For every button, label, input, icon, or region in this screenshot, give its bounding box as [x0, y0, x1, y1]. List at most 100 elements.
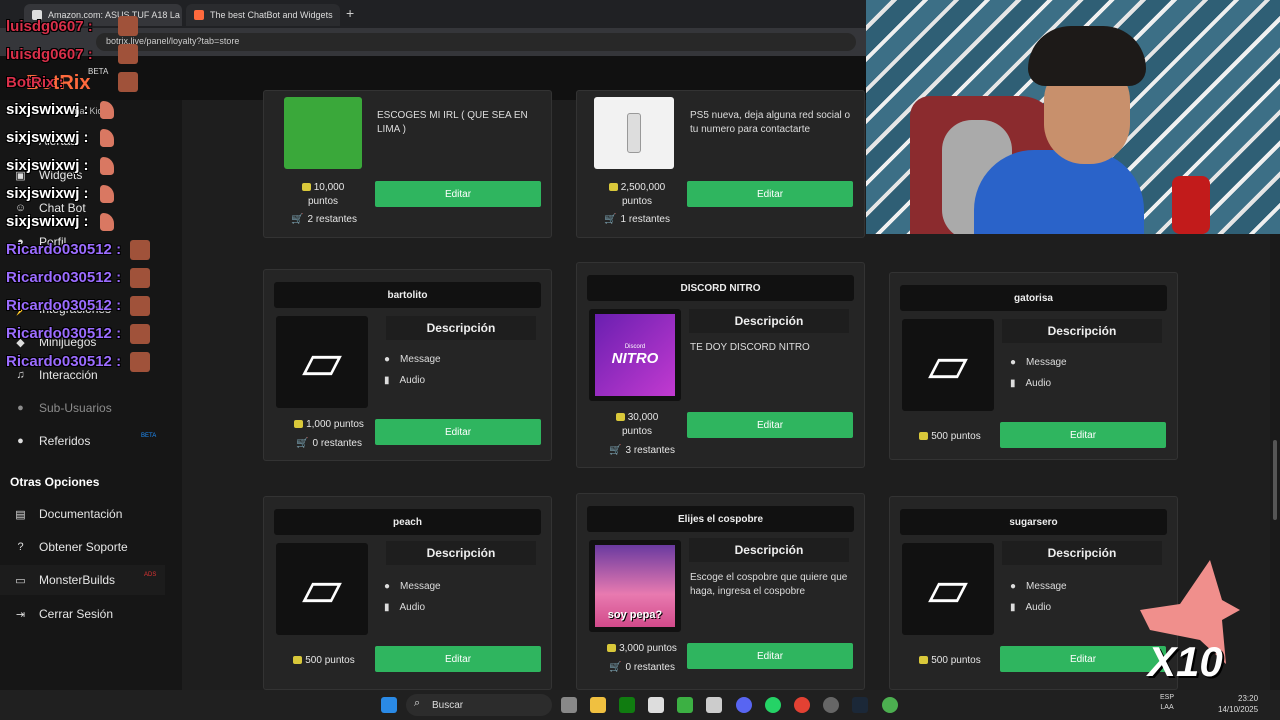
edit-button[interactable]: Editar: [687, 643, 853, 669]
webcam-hair: [1028, 26, 1146, 86]
description-header: Descripción: [386, 316, 536, 340]
store-icon[interactable]: [648, 697, 664, 713]
multiplier-text: X10: [1148, 638, 1223, 685]
edit-button[interactable]: Editar: [375, 181, 541, 207]
reward-image: ▱: [902, 319, 994, 411]
discord-nitro-image: Discord NITRO: [595, 314, 675, 396]
webcam-shirt: [974, 150, 1144, 234]
sidebar-item-referidos[interactable]: ● Referidos: [14, 434, 90, 448]
tab-botrix[interactable]: The best ChatBot and Widgets ✕: [186, 4, 340, 26]
tab-label: The best ChatBot and Widgets: [210, 10, 333, 20]
reward-image: ▱: [276, 316, 368, 408]
chat-bubble-icon: ●: [384, 581, 391, 592]
minecraft-icon[interactable]: [677, 697, 693, 713]
windows-start-icon[interactable]: [381, 697, 397, 713]
reward-card: peach ▱ Descripción ● Message ▮ Audio 500 …: [263, 496, 552, 690]
support-icon: ?: [17, 541, 24, 553]
file-audio-icon: ▮: [1010, 378, 1016, 389]
sidebar-item-label: MonsterBuilds: [39, 573, 116, 587]
reward-card: gatorisa ▱ Descripción ● Message ▮ Audio 5…: [889, 272, 1178, 460]
reward-price: 3,000 puntos: [587, 642, 697, 656]
edit-button[interactable]: Editar: [1000, 422, 1166, 448]
sidebar-item-label: Cerrar Sesión: [39, 607, 114, 621]
reward-price: 2,500,000 puntos: [587, 181, 687, 209]
coins-icon: [293, 656, 303, 665]
box-icon: ▱: [302, 560, 342, 618]
sidebar-item-label: Obtener Soporte: [39, 540, 128, 554]
feature-audio: ▮ Audio: [384, 602, 426, 613]
discord-icon[interactable]: [736, 697, 752, 713]
description-header: Descripción: [386, 541, 536, 565]
beta-badge: BETA: [88, 67, 109, 76]
input-language[interactable]: ESP LAA: [1160, 693, 1174, 713]
xbox-icon[interactable]: [619, 697, 635, 713]
chat-username: sixjswixwj :: [6, 129, 89, 146]
coins-icon: [608, 183, 618, 192]
close-icon[interactable]: ✕: [339, 10, 340, 21]
reward-card: bartolito ▱ Descripción ● Message ▮ Audio …: [263, 269, 552, 461]
reward-title: Elijes el cospobre: [587, 506, 854, 532]
reward-price: 10,000 puntos: [284, 181, 362, 209]
taskview-icon[interactable]: [561, 697, 577, 713]
coins-icon: [919, 656, 929, 665]
cart-icon: 🛒: [291, 214, 304, 225]
chat-username: Ricardo030512 :: [6, 269, 122, 286]
coins-icon: [294, 420, 304, 429]
chrome-icon[interactable]: [794, 697, 810, 713]
webcam-overlay: [866, 0, 1280, 234]
reward-image: ▱: [276, 543, 368, 635]
emote-icon: [130, 240, 150, 260]
emote-icon: [118, 44, 138, 64]
reward-stock: 🛒 3 restantes: [609, 445, 675, 456]
sidebar-item-soporte[interactable]: ? Obtener Soporte: [14, 540, 128, 554]
emote-icon: [130, 324, 150, 344]
edit-button[interactable]: Editar: [375, 419, 541, 445]
edit-button[interactable]: Editar: [375, 646, 541, 672]
scrollbar-thumb[interactable]: [1273, 440, 1277, 520]
sidebar-item-subusuarios[interactable]: ● Sub-Usuarios: [14, 401, 112, 415]
chat-username: luisdg0607 :: [6, 18, 93, 35]
edit-button[interactable]: Editar: [687, 412, 853, 438]
users-icon: ●: [17, 402, 24, 414]
reward-image: Discord NITRO: [589, 309, 681, 401]
new-tab-button[interactable]: +: [346, 5, 354, 21]
coins-icon: [607, 644, 617, 653]
cart-icon: 🛒: [296, 438, 309, 449]
chat-username: luisdg0607 :: [6, 46, 93, 63]
clock[interactable]: 23:20 14/10/2025: [1218, 693, 1258, 715]
chat-bubble-icon: ●: [1010, 357, 1017, 368]
chat-bubble-icon: ●: [384, 354, 391, 365]
reward-image: ▱: [902, 543, 994, 635]
steam-icon[interactable]: [852, 697, 868, 713]
sidebar-item-monsterbuilds[interactable]: ▭ MonsterBuilds: [14, 573, 115, 587]
section-title: Otras Opciones: [10, 475, 100, 489]
whatsapp-icon[interactable]: [765, 697, 781, 713]
description-header: Descripción: [689, 538, 849, 562]
reward-price: 30,000 puntos: [587, 411, 687, 439]
ps5-console-icon: [627, 113, 641, 153]
sidebar-item-documentacion[interactable]: ▤ Documentación: [14, 507, 122, 521]
edit-button[interactable]: Editar: [687, 181, 853, 207]
sidebar-item-label: Interacción: [39, 368, 98, 382]
sidebar-item-cerrar-sesion[interactable]: ⇥ Cerrar Sesión: [14, 607, 113, 621]
botrix-favicon-icon: [194, 10, 204, 20]
cart-icon: 🛒: [609, 662, 622, 673]
url-input[interactable]: botrix.live/panel/loyalty?tab=store: [96, 33, 856, 51]
reward-price: 1,000 puntos: [274, 418, 384, 432]
app-icon[interactable]: [706, 697, 722, 713]
emote-icon: [130, 268, 150, 288]
taskbar-search[interactable]: Buscar: [406, 694, 552, 716]
reward-price: 500 puntos: [900, 654, 1000, 668]
chat-username: sixjswixwj :: [6, 157, 89, 174]
reward-title: bartolito: [274, 282, 541, 308]
folder-icon[interactable]: [590, 697, 606, 713]
file-audio-icon: ▮: [384, 375, 390, 386]
feature-message: ● Message: [384, 581, 441, 592]
coins-icon: [301, 183, 311, 192]
obs-icon[interactable]: [823, 697, 839, 713]
reward-stock: 🛒 1 restantes: [604, 214, 670, 225]
app-icon[interactable]: [882, 697, 898, 713]
chat-bubble-icon: ●: [1010, 581, 1017, 592]
sidebar-item-interaccion[interactable]: ♫ Interacción: [14, 368, 98, 382]
reward-title: gatorisa: [900, 285, 1167, 311]
